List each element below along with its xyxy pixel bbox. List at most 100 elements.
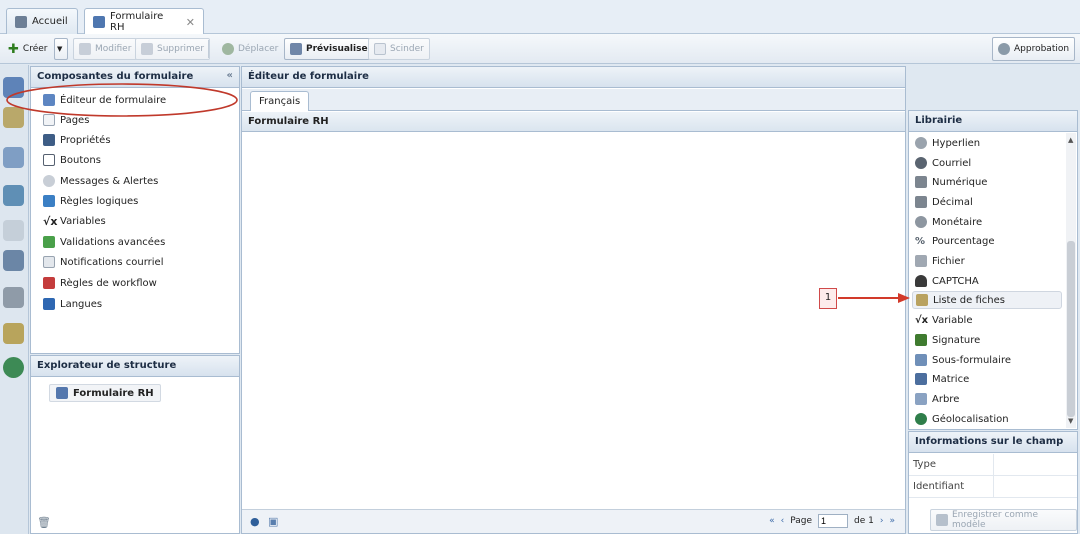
tab-bar: Accueil Formulaire RH ✕ bbox=[0, 0, 1080, 35]
library-item-numerique[interactable]: Numérique bbox=[915, 173, 987, 191]
export-module-icon[interactable] bbox=[3, 250, 24, 271]
reports-module-icon[interactable] bbox=[3, 220, 24, 241]
component-label: Propriétés bbox=[60, 134, 111, 146]
globe-module-icon[interactable] bbox=[3, 357, 24, 378]
captcha-icon bbox=[915, 275, 927, 287]
schedule-module-icon[interactable] bbox=[3, 323, 24, 344]
next-page-icon[interactable]: › bbox=[880, 516, 884, 526]
paperclip-icon bbox=[915, 255, 927, 267]
delete-button[interactable]: Supprimer bbox=[135, 38, 211, 60]
button-icon bbox=[43, 154, 55, 166]
components-panel: Composantes du formulaire « Éditeur de f… bbox=[6, 66, 240, 354]
move-label: Déplacer bbox=[238, 44, 279, 54]
last-page-icon[interactable]: » bbox=[889, 516, 895, 526]
sqrt-icon: √x bbox=[43, 214, 58, 228]
component-item-variables[interactable]: √x Variables bbox=[43, 212, 106, 230]
library-header: Librairie bbox=[909, 111, 1077, 132]
callout-label: 1 bbox=[824, 292, 832, 303]
tab-francais[interactable]: Français bbox=[250, 91, 310, 111]
edit-icon bbox=[79, 43, 91, 55]
component-item-messages[interactable]: Messages & Alertes bbox=[43, 172, 158, 190]
globe-icon bbox=[915, 413, 927, 425]
tools-module-icon[interactable] bbox=[3, 287, 24, 308]
structure-node-label: Formulaire RH bbox=[73, 387, 154, 399]
create-button[interactable]: ✚ Créer bbox=[2, 38, 53, 60]
component-item-workflow[interactable]: Règles de workflow bbox=[43, 274, 157, 292]
library-item-label: Décimal bbox=[932, 196, 973, 208]
modify-label: Modifier bbox=[95, 44, 132, 54]
callout-arrow bbox=[838, 293, 910, 303]
library-item-hyperlien[interactable]: Hyperlien bbox=[915, 134, 980, 152]
trash-icon bbox=[141, 43, 153, 55]
scrollbar-thumb[interactable] bbox=[1067, 241, 1075, 417]
trash-icon[interactable]: 🗑 bbox=[37, 516, 51, 529]
library-item-arbre[interactable]: Arbre bbox=[915, 390, 959, 408]
library-item-variable[interactable]: √x Variable bbox=[915, 311, 973, 329]
users-module-icon[interactable] bbox=[3, 185, 24, 206]
subform-icon bbox=[915, 354, 927, 366]
library-item-monetaire[interactable]: Monétaire bbox=[915, 213, 982, 231]
field-info-key: Type bbox=[913, 459, 936, 470]
library-item-geolocalisation[interactable]: Géolocalisation bbox=[915, 410, 1009, 428]
structure-node-root[interactable]: Formulaire RH bbox=[49, 384, 161, 402]
move-button[interactable]: Déplacer bbox=[216, 38, 284, 60]
library-item-courriel[interactable]: Courriel bbox=[915, 154, 971, 172]
library-title: Librairie bbox=[915, 115, 963, 126]
library-item-decimal[interactable]: Décimal bbox=[915, 193, 973, 211]
approval-label: Approbation bbox=[1014, 44, 1070, 54]
library-item-captcha[interactable]: CAPTCHA bbox=[915, 272, 979, 290]
tab-formulaire-rh[interactable]: Formulaire RH ✕ bbox=[84, 8, 204, 35]
language-tab-strip: Français bbox=[242, 89, 905, 111]
edit-module-icon[interactable] bbox=[3, 147, 24, 168]
globe-settings-icon[interactable]: ● bbox=[250, 515, 260, 528]
highlight-ellipse bbox=[6, 83, 238, 117]
modify-button[interactable]: Modifier bbox=[73, 38, 138, 60]
form-title: Formulaire RH bbox=[248, 116, 329, 127]
tab-accueil[interactable]: Accueil bbox=[6, 8, 78, 34]
record-list-icon bbox=[916, 294, 928, 306]
components-list: Éditeur de formulaire Pages Propriétés B… bbox=[31, 89, 239, 353]
editor-header: Éditeur de formulaire bbox=[242, 67, 905, 88]
tab-label: Accueil bbox=[32, 16, 68, 27]
library-item-label: CAPTCHA bbox=[932, 275, 979, 287]
library-item-liste-de-fiches[interactable]: Liste de fiches bbox=[912, 291, 1062, 309]
form-canvas[interactable] bbox=[242, 133, 905, 509]
page-number-input[interactable] bbox=[818, 514, 849, 528]
library-item-signature[interactable]: Signature bbox=[915, 331, 980, 349]
create-dropdown-button[interactable]: ▼ bbox=[54, 38, 68, 60]
library-item-pourcentage[interactable]: % Pourcentage bbox=[915, 232, 995, 250]
library-scrollbar[interactable]: ▲ ▼ bbox=[1066, 133, 1076, 428]
page-settings-icon[interactable]: ▣ bbox=[268, 515, 278, 528]
component-item-boutons[interactable]: Boutons bbox=[43, 151, 101, 169]
component-label: Messages & Alertes bbox=[60, 175, 159, 187]
preview-button[interactable]: Prévisualiser bbox=[284, 38, 378, 60]
workflow-icon bbox=[43, 277, 55, 289]
library-item-matrice[interactable]: Matrice bbox=[915, 370, 969, 388]
component-label: Validations avancées bbox=[60, 236, 166, 248]
save-as-template-button[interactable]: Enregistrer comme modèle bbox=[930, 509, 1077, 531]
close-icon[interactable]: ✕ bbox=[186, 16, 195, 29]
library-item-fichier[interactable]: Fichier bbox=[915, 252, 965, 270]
gears-icon bbox=[998, 43, 1010, 55]
component-item-proprietes[interactable]: Propriétés bbox=[43, 131, 111, 149]
field-info-title: Informations sur le champ bbox=[915, 436, 1064, 447]
preview-icon bbox=[290, 43, 302, 55]
scroll-down-icon[interactable]: ▼ bbox=[1068, 417, 1073, 425]
library-item-sous-formulaire[interactable]: Sous-formulaire bbox=[915, 351, 1011, 369]
prev-page-icon[interactable]: ‹ bbox=[781, 516, 785, 526]
component-label: Langues bbox=[60, 298, 103, 310]
component-item-validations[interactable]: Validations avancées bbox=[43, 233, 165, 251]
split-button[interactable]: Scinder bbox=[368, 38, 430, 60]
first-page-icon[interactable]: « bbox=[769, 516, 775, 526]
component-item-langues[interactable]: Langues bbox=[43, 295, 102, 313]
field-info-header: Informations sur le champ bbox=[909, 432, 1077, 453]
currency-icon bbox=[915, 216, 927, 228]
scroll-up-icon[interactable]: ▲ bbox=[1068, 136, 1073, 144]
toolbar-separator bbox=[208, 40, 209, 58]
mail-icon bbox=[43, 256, 55, 268]
approval-button[interactable]: Approbation bbox=[992, 37, 1076, 61]
component-item-regles-logiques[interactable]: Règles logiques bbox=[43, 192, 138, 210]
library-item-label: Arbre bbox=[932, 393, 960, 405]
field-info-value bbox=[993, 454, 994, 475]
component-item-notifications[interactable]: Notifications courriel bbox=[43, 253, 163, 271]
